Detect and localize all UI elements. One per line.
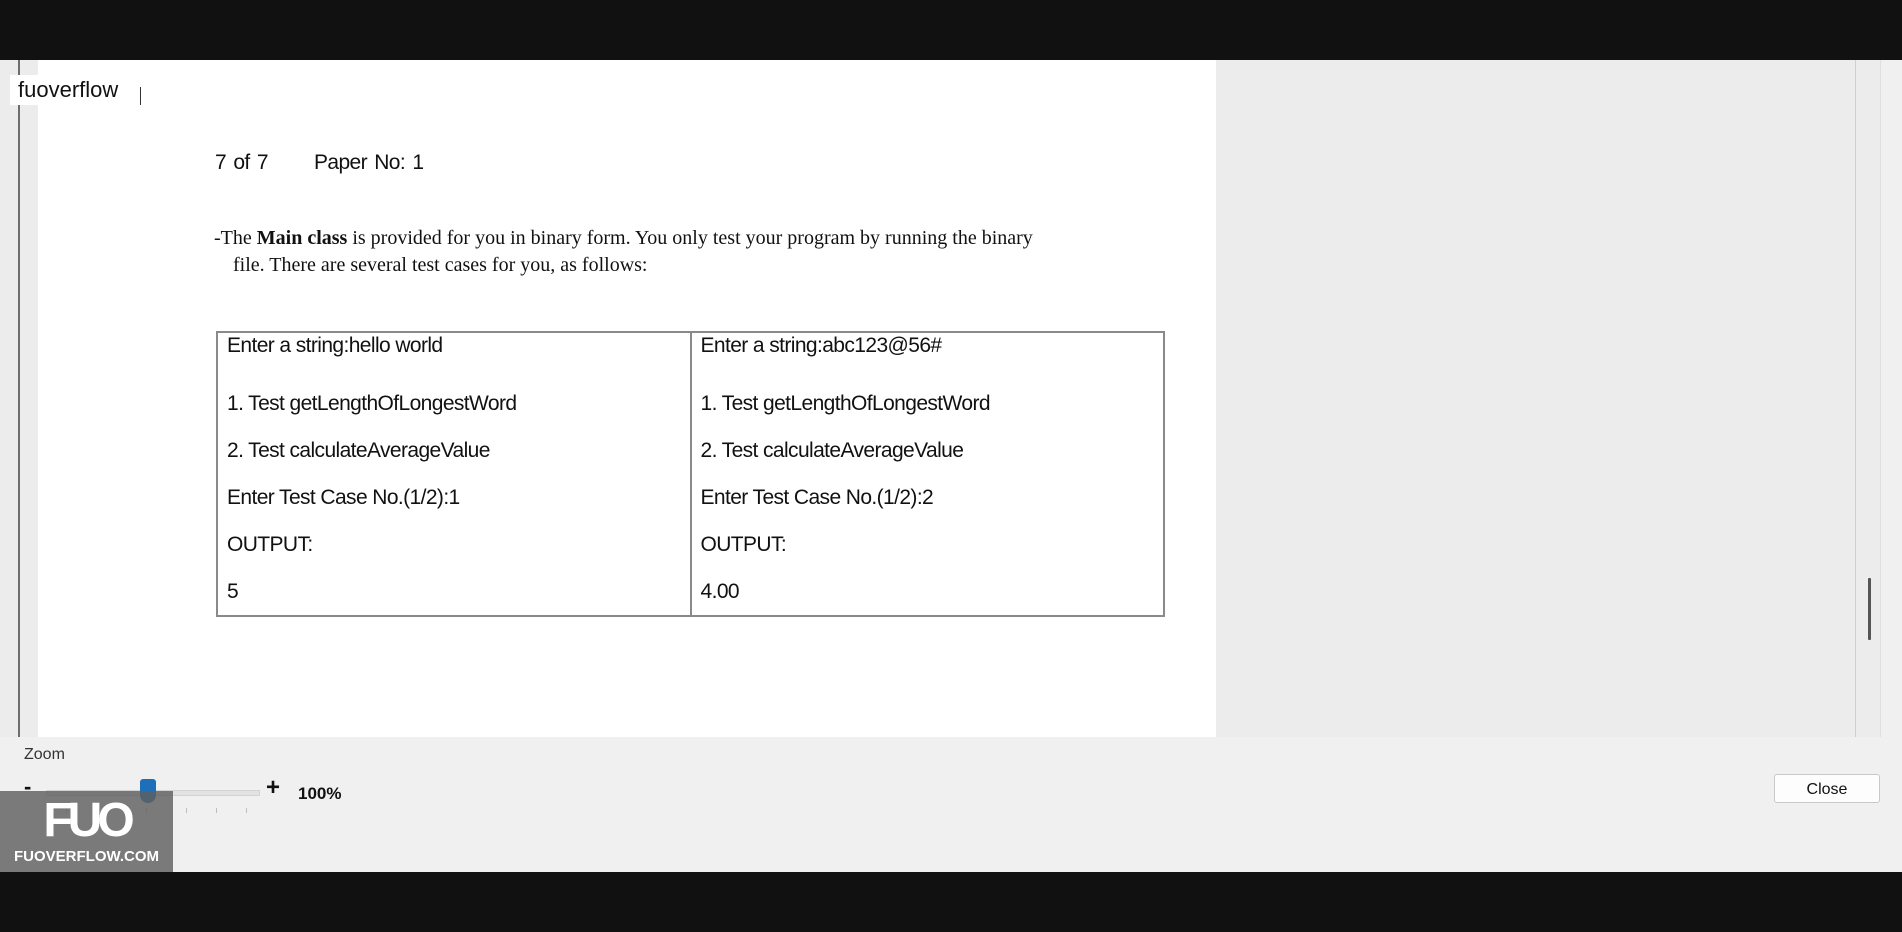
exam-description: -The Main class is provided for you in b… xyxy=(214,225,1134,279)
name-label: fuoverflow xyxy=(10,75,128,105)
test-case-line: 2. Test calculateAverageValue xyxy=(227,439,490,462)
scrollbar-thumb[interactable] xyxy=(1868,578,1871,640)
fuoverflow-watermark: FUO FUOVERFLOW.COM xyxy=(0,791,173,872)
paper-number: Paper No: 1 xyxy=(313,151,424,174)
test-case-line: 1. Test getLengthOfLongestWord xyxy=(700,392,991,415)
page-indicator: 7 of 7 xyxy=(215,151,269,174)
test-case-line: OUTPUT: xyxy=(227,533,313,556)
test-case-line: 5 xyxy=(227,580,239,603)
test-case-2: Enter a string:abc123@56# 1. Test getLen… xyxy=(689,331,1165,617)
test-case-line: 4.00 xyxy=(700,580,740,603)
description-line-1: -The Main class is provided for you in b… xyxy=(214,227,1033,249)
document-page: 7 of 7 Paper No: 1 -The Main class is pro… xyxy=(38,60,1216,737)
test-cases-table: Enter a string:hello world 1. Test getLe… xyxy=(216,331,1165,617)
test-case-line: Enter Test Case No.(1/2):1 xyxy=(227,486,460,509)
page-header: 7 of 7 Paper No: 1 xyxy=(215,151,424,175)
test-case-1: Enter a string:hello world 1. Test getLe… xyxy=(216,331,692,617)
viewer-border-left xyxy=(18,60,20,737)
fuo-logo: FUO xyxy=(43,794,134,847)
zoom-percentage: 100% xyxy=(298,784,342,803)
viewer-border-right xyxy=(1855,60,1856,737)
test-case-line: Enter Test Case No.(1/2):2 xyxy=(700,486,934,509)
zoom-in-button[interactable]: + xyxy=(266,774,280,802)
close-button[interactable]: Close xyxy=(1774,774,1880,803)
zoom-label: Zoom xyxy=(24,746,65,763)
main-class-term: Main class xyxy=(256,227,348,249)
watermark-site: FUOVERFLOW.COM xyxy=(14,848,159,865)
test-case-line: 1. Test getLengthOfLongestWord xyxy=(227,392,517,415)
text-caret xyxy=(140,87,141,105)
document-viewport[interactable]: 7 of 7 Paper No: 1 -The Main class is pro… xyxy=(0,60,1880,737)
test-case-line: Enter a string:abc123@56# xyxy=(700,334,943,357)
description-line-2: file. There are several test cases for y… xyxy=(233,254,648,276)
test-case-line: 2. Test calculateAverageValue xyxy=(700,439,964,462)
document-viewer-window: 7 of 7 Paper No: 1 -The Main class is pro… xyxy=(0,60,1902,872)
test-case-line: OUTPUT: xyxy=(700,533,787,556)
vertical-scrollbar[interactable] xyxy=(1880,60,1902,737)
table-row: Enter a string:hello world 1. Test getLe… xyxy=(216,331,1165,617)
test-case-line: Enter a string:hello world xyxy=(227,334,443,357)
